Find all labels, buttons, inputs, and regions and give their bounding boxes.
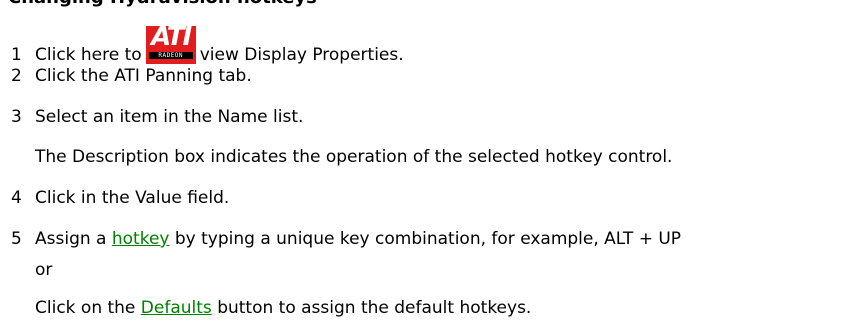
step-4: 4 Click in the Value field. xyxy=(11,188,229,208)
ati-logo-letters: ATI xyxy=(151,22,192,52)
step-2: 2 Click the ATI Panning tab. xyxy=(11,66,252,86)
step-number: 2 xyxy=(11,66,22,86)
step-2-text: Click the ATI Panning tab. xyxy=(35,66,252,86)
step-5-alternative: Click on the Defaults button to assign t… xyxy=(35,298,531,318)
ati-display-properties-icon[interactable]: ATI RADEON xyxy=(145,22,196,64)
defaults-link[interactable]: Defaults xyxy=(141,298,212,318)
step-5-alt-text-before: Click on the xyxy=(35,298,136,318)
step-number: 3 xyxy=(11,107,22,127)
step-5-or: or xyxy=(35,260,53,280)
step-number: 5 xyxy=(11,229,22,249)
step-3-continuation: The Description box indicates the operat… xyxy=(35,147,673,167)
step-number: 1 xyxy=(11,45,22,65)
step-3-text: Select an item in the Name list. xyxy=(35,107,304,127)
step-5-text-before: Assign a xyxy=(35,229,107,249)
step-1: 1 Click here to ATI RADEON view Display Prop… xyxy=(11,22,404,65)
step-5-text-after: by typing a unique key combination, for … xyxy=(174,229,682,249)
step-1-text-after: view Display Properties. xyxy=(199,45,404,65)
step-3: 3 Select an item in the Name list. xyxy=(11,107,303,127)
ati-logo-strip: RADEON xyxy=(148,52,193,59)
step-1-text-before: Click here to xyxy=(35,45,142,65)
step-5-alt-text-after: button to assign the default hotkeys. xyxy=(217,298,532,318)
step-4-text: Click in the Value field. xyxy=(35,188,230,208)
hotkey-link[interactable]: hotkey xyxy=(112,229,170,249)
step-number: 4 xyxy=(11,188,22,208)
page-heading: Changing Hydravision hotkeys xyxy=(8,0,317,8)
step-5: 5 Assign a hotkey by typing a unique key … xyxy=(11,229,681,249)
